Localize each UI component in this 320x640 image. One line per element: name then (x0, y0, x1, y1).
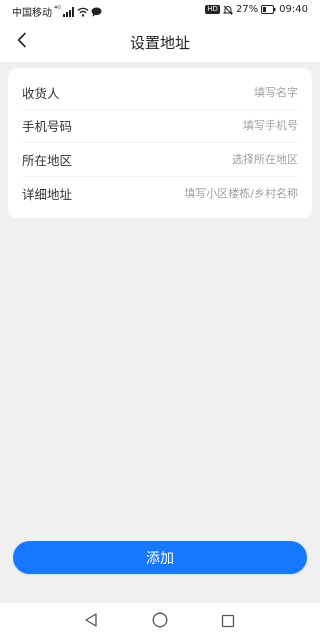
recipient-label: 收货人 (22, 86, 60, 101)
battery-percent: 27% (235, 4, 259, 15)
carrier-name: 中国移动 (12, 8, 52, 19)
status-time: 09:40 (279, 4, 308, 15)
form-row-recipient: 收货人 (22, 76, 298, 110)
status-right: HD 27% 09:40 (205, 4, 308, 15)
network-type: ⁴ᴳ (54, 4, 62, 13)
add-button[interactable]: 添加 (13, 541, 307, 574)
region-select-field[interactable] (128, 153, 298, 166)
address-form-card: 收货人 手机号码 所在地区 详细地址 (8, 68, 312, 218)
form-row-address: 详细地址 (22, 177, 298, 210)
recipient-name-input[interactable] (128, 86, 298, 99)
hd-badge: HD (205, 5, 220, 14)
message-icon (91, 7, 102, 17)
region-label: 所在地区 (22, 153, 73, 168)
header: 设置地址 (0, 22, 320, 62)
status-bar: 中国移动 ⁴ᴳ HD 27% 09:40 (0, 0, 320, 22)
back-triangle-icon (84, 612, 98, 632)
nav-back-button[interactable] (81, 612, 101, 632)
recents-square-icon (221, 613, 235, 632)
form-row-region: 所在地区 (22, 143, 298, 177)
nav-home-button[interactable] (150, 612, 170, 632)
navigation-bar (0, 603, 320, 640)
phone-number-input[interactable] (128, 119, 298, 132)
home-circle-icon (152, 612, 168, 632)
mute-icon (222, 5, 233, 15)
signal-icon (63, 6, 75, 17)
status-left: 中国移动 ⁴ᴳ (12, 4, 102, 19)
page-title: 设置地址 (129, 34, 190, 52)
wifi-icon (77, 7, 89, 17)
form-row-phone: 手机号码 (22, 109, 298, 143)
address-label: 详细地址 (22, 187, 73, 202)
detailed-address-input[interactable] (128, 187, 298, 200)
nav-recents-button[interactable] (218, 612, 238, 632)
phone-label: 手机号码 (22, 119, 73, 134)
battery-icon (261, 5, 276, 14)
add-button-label: 添加 (146, 550, 174, 567)
